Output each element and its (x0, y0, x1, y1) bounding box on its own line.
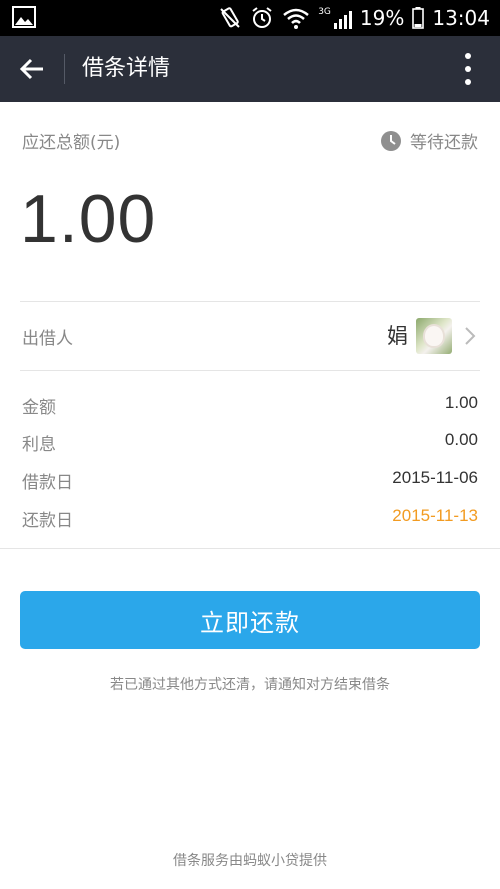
status-bar: 3G 19% 13:04 (0, 0, 500, 36)
detail-row-amount: 金额 1.00 (0, 391, 500, 421)
battery-icon (412, 7, 425, 29)
clock-time: 13:04 (432, 6, 490, 30)
lender-name: 娟 (387, 324, 408, 348)
detail-row-loan-date: 借款日 2015-11-06 (0, 466, 500, 496)
battery-percent: 19% (359, 6, 405, 30)
lender-row[interactable]: 出借人 娟 (0, 302, 500, 370)
hint-text: 若已通过其他方式还清，请通知对方结束借条 (110, 677, 390, 693)
more-options-button[interactable] (462, 53, 474, 85)
chevron-right-icon (465, 327, 476, 345)
avatar (416, 318, 452, 354)
lender-label: 出借人 (22, 329, 73, 349)
page-title: 借条详情 (82, 56, 171, 81)
detail-key: 利息 (22, 435, 56, 455)
more-vertical-icon (465, 53, 471, 59)
detail-key: 还款日 (22, 511, 73, 531)
back-button[interactable] (12, 49, 52, 89)
alarm-icon (252, 7, 272, 28)
pay-now-button[interactable]: 立即还款 (20, 591, 480, 649)
detail-value: 2015-11-13 (392, 506, 478, 525)
detail-value: 1.00 (444, 393, 478, 412)
divider (20, 370, 480, 371)
detail-row-interest: 利息 0.00 (0, 428, 500, 458)
status-badge: 等待还款 (380, 128, 478, 153)
detail-row-due-date: 还款日 2015-11-13 (0, 504, 500, 534)
total-amount: 1.00 (20, 181, 157, 257)
app-bar-divider (64, 54, 65, 84)
total-due-label: 应还总额(元) (22, 133, 121, 153)
signal-icon: 3G (318, 7, 352, 29)
app-bar: 借条详情 (0, 36, 500, 102)
status-text: 等待还款 (410, 133, 478, 153)
detail-value: 2015-11-06 (392, 468, 478, 487)
footer-text: 借条服务由蚂蚁小贷提供 (173, 853, 327, 869)
detail-value: 0.00 (444, 430, 478, 449)
network-type: 3G (318, 7, 331, 17)
divider (0, 548, 500, 549)
vibrate-icon (220, 7, 240, 28)
wifi-icon (283, 8, 310, 29)
detail-key: 金额 (22, 398, 56, 418)
gallery-icon (12, 6, 36, 28)
clock-icon (381, 130, 401, 151)
detail-key: 借款日 (22, 473, 73, 493)
arrow-left-icon (19, 58, 43, 80)
